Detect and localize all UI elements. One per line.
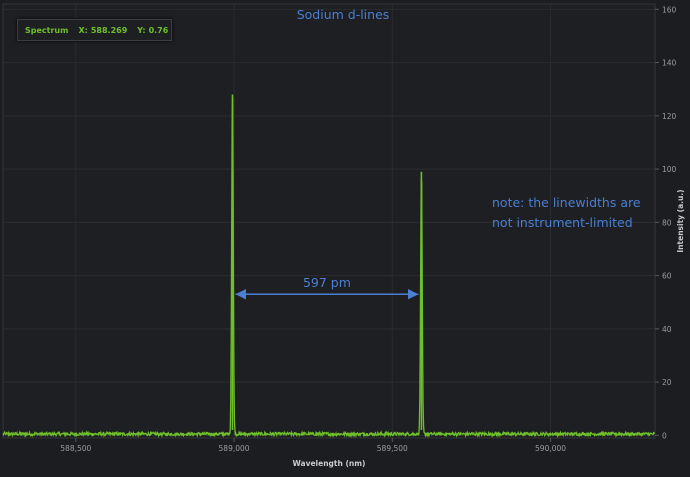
x-tick-label: 588,500 — [60, 444, 91, 453]
y-tick-label: 80 — [662, 218, 672, 227]
y-tick-label: 60 — [662, 272, 672, 281]
chart-svg: 588,500 589,000 589,500 590,000 0 20 40 60 80 100… — [2, 3, 685, 468]
x-tick-label: 589,500 — [377, 444, 408, 453]
chart-title: Sodium d-lines — [297, 7, 390, 22]
note-line: not instrument-limited — [492, 215, 633, 230]
y-tick-label: 40 — [662, 325, 672, 334]
y-tick-label: 100 — [662, 165, 677, 174]
readout-x-value: 588.269 — [90, 25, 128, 35]
readout-y-value: 0.76 — [148, 25, 169, 35]
note-line: note: the linewidths are — [492, 195, 641, 210]
y-tick-label: 0 — [662, 431, 667, 440]
y-tick-label: 140 — [662, 59, 677, 68]
x-axis-title: Wavelength (nm) — [293, 459, 366, 468]
separation-label: 597 pm — [303, 275, 351, 290]
chart: 588,500 589,000 589,500 590,000 0 20 40 60 80 100… — [0, 0, 690, 477]
x-tick-label: 589,000 — [219, 444, 250, 453]
y-tick-label: 120 — [662, 112, 677, 121]
cursor-readout: Spectrum X: 588.269 Y: 0.76 — [17, 19, 172, 41]
y-tick-label: 160 — [662, 5, 677, 14]
readout-y-label: Y: — [137, 25, 146, 35]
y-tick-label: 20 — [662, 378, 672, 387]
x-tick-label: 590,000 — [535, 444, 566, 453]
readout-x-label: X: — [78, 25, 88, 35]
readout-series-name: Spectrum — [25, 25, 69, 35]
y-axis-title: Intensity (a.u.) — [676, 189, 685, 252]
